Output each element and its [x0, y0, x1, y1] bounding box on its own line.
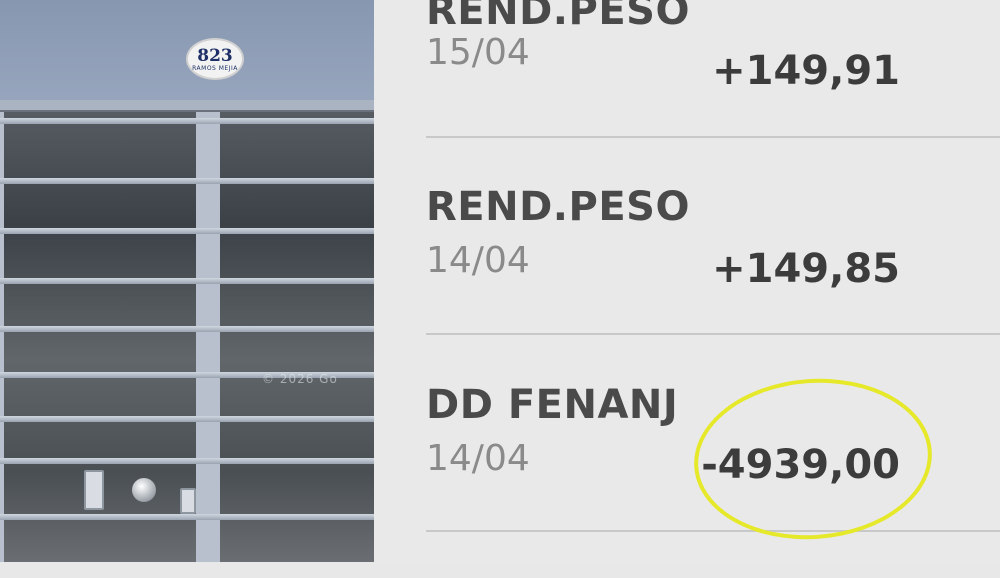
door-bar [0, 118, 374, 124]
transaction-amount: +149,91 [712, 48, 900, 94]
house-number-plate: 823 RAMOS MEJIA [186, 38, 244, 80]
transaction-row[interactable]: REND.PESO 15/04 +149,91 [426, 0, 1000, 184]
door-bar [0, 278, 374, 284]
door-latch [180, 488, 196, 514]
transaction-description: DD FENANJ [426, 382, 679, 428]
row-divider [426, 136, 1000, 138]
door-knob [132, 478, 156, 502]
street-photo: 823 RAMOS MEJIA © 2026 Go [0, 0, 374, 562]
door-bar [0, 458, 374, 464]
transaction-date: 14/04 [426, 438, 530, 479]
row-divider [426, 333, 1000, 335]
door-bar [0, 178, 374, 184]
transaction-row[interactable]: REND.PESO 14/04 +149,85 [426, 184, 1000, 380]
door-lock-plate [84, 470, 104, 510]
door-bar [0, 514, 374, 520]
door-lintel [0, 100, 374, 110]
house-number-subtext: RAMOS MEJIA [192, 64, 238, 72]
map-watermark: © 2026 Go [262, 372, 338, 386]
transaction-description: REND.PESO [426, 184, 690, 230]
transaction-date: 14/04 [426, 240, 530, 281]
house-number: 823 [197, 45, 233, 66]
door-bar [0, 228, 374, 234]
door-bar [0, 326, 374, 332]
row-divider [426, 530, 1000, 532]
transaction-amount: +149,85 [712, 246, 900, 292]
transaction-description: REND.PESO [426, 0, 690, 34]
door-bar [0, 416, 374, 422]
transaction-date: 15/04 [426, 32, 530, 73]
